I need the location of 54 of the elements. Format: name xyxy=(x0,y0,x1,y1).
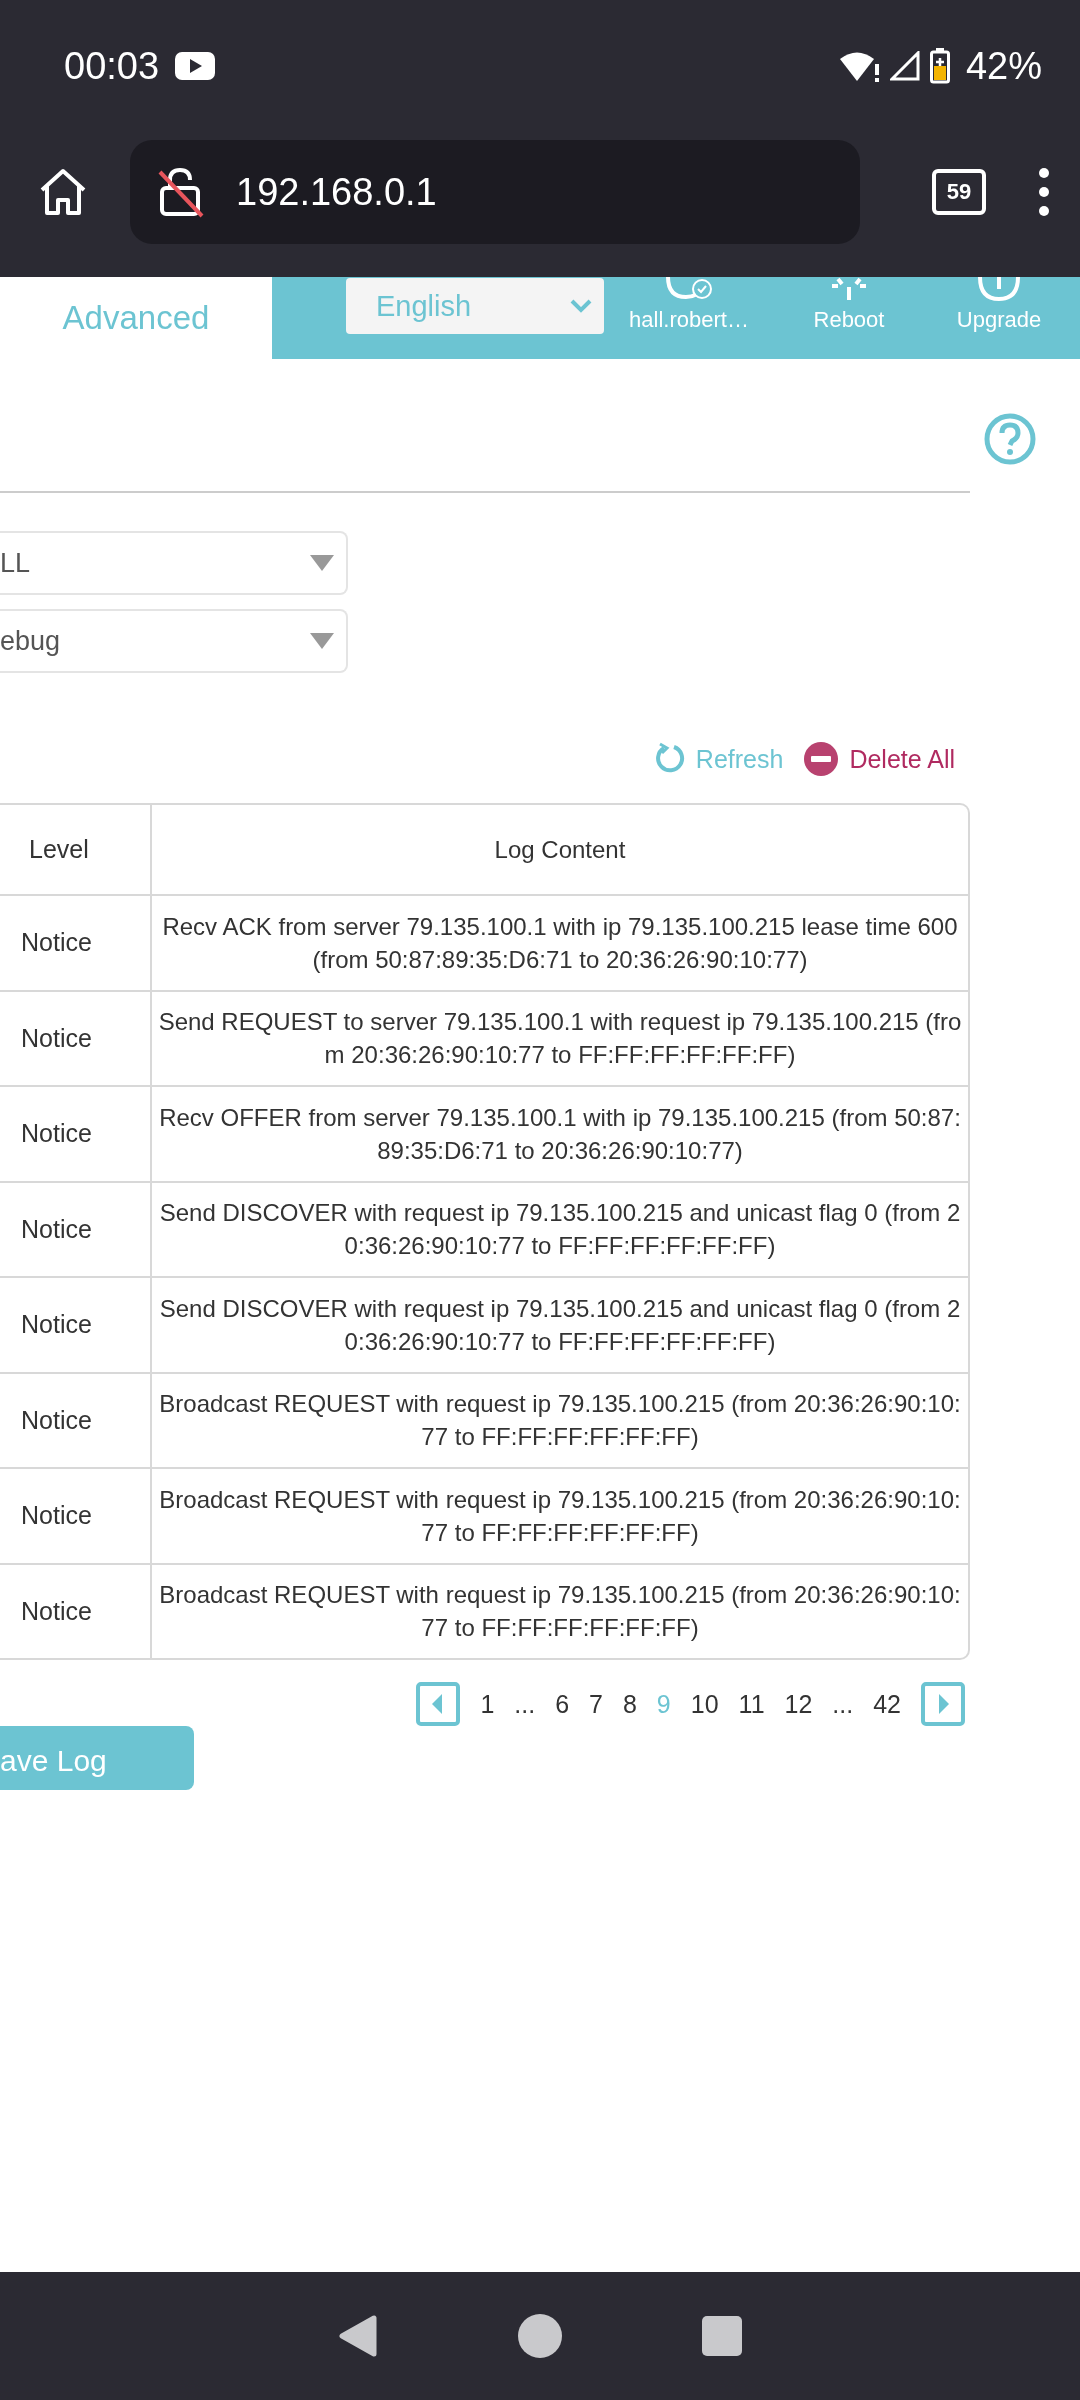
delete-all-link[interactable]: Delete All xyxy=(849,744,955,774)
table-cell-text: Send DISCOVER with request ip 79.135.100.215 and unicast flag 0 (from 20:36:26:90:10:77 to FF:FF:FF:FF:FF:FF) xyxy=(158,1293,962,1357)
previous-page-button[interactable] xyxy=(416,1682,461,1726)
page-link[interactable]: 42 xyxy=(873,1689,901,1719)
unlocked-icon xyxy=(156,166,206,218)
menu-icon[interactable] xyxy=(1038,167,1050,217)
back-icon[interactable] xyxy=(338,2315,378,2357)
page-link[interactable]: 10 xyxy=(690,1689,719,1719)
page-link[interactable]: ... xyxy=(514,1689,536,1719)
url-text: 192.168.0.1 xyxy=(236,170,437,214)
table-cell-text: Send REQUEST to server 79.135.100.1 with request ip 79.135.100.215 (from 20:36:26:90:10:77 to FF:FF:FF:FF:FF:FF) xyxy=(157,1007,963,1071)
page-link[interactable]: 11 xyxy=(738,1689,765,1719)
dropdown-field[interactable]: LL xyxy=(0,531,348,595)
address-bar[interactable]: 192.168.0.1 xyxy=(130,140,860,244)
table-cell-text: Broadcast REQUEST with request ip 79.135.100.215 (from 20:36:26:90:10:77 to FF:FF:FF:FF:FF:FF) xyxy=(158,1389,962,1453)
table-cell: Notice xyxy=(0,1278,152,1372)
column-header: Log Content xyxy=(493,835,627,865)
help-icon[interactable] xyxy=(984,413,1036,465)
table-cell: Notice xyxy=(0,1564,152,1658)
table-cell: Notice xyxy=(0,1373,152,1467)
clock: 00:03 xyxy=(64,44,160,88)
table-cell-text: Send DISCOVER with request ip 79.135.100.215 and unicast flag 0 (from 20:36:26:90:10:77 to FF:FF:FF:FF:FF:FF) xyxy=(158,1198,962,1262)
page-link[interactable]: ... xyxy=(832,1689,854,1719)
table-cell: Notice xyxy=(0,1469,152,1563)
page-link[interactable]: 12 xyxy=(784,1689,813,1719)
home-icon[interactable] xyxy=(38,168,88,216)
page-link[interactable]: 7 xyxy=(589,1689,603,1719)
home-circle-icon[interactable] xyxy=(518,2314,562,2358)
page-link[interactable]: 1 xyxy=(480,1689,495,1719)
wifi-icon xyxy=(839,50,880,82)
dropdown-arrow-icon xyxy=(310,633,334,649)
dropdown-field[interactable]: ebug xyxy=(0,609,348,673)
table-cell: Notice xyxy=(0,1087,152,1181)
signal-icon xyxy=(889,51,920,81)
tab-count-button[interactable]: 59 xyxy=(932,169,986,215)
table-cell-text: Broadcast REQUEST with request ip 79.135.100.215 (from 20:36:26:90:10:77 to FF:FF:FF:FF:FF:FF) xyxy=(158,1580,962,1644)
minus-circle-icon[interactable] xyxy=(803,741,840,777)
user-check-icon[interactable] xyxy=(664,277,714,301)
page-link[interactable]: 6 xyxy=(555,1689,570,1719)
table-cell-text: Recv ACK from server 79.135.100.1 with ip 79.135.100.215 lease time 600 (from 50:87:89:35:D6:71 to 20:36:26:90:10:77) xyxy=(161,911,959,975)
next-page-button[interactable] xyxy=(921,1682,965,1726)
video-icon xyxy=(175,52,216,80)
column-header: Level xyxy=(0,805,152,894)
dropdown-arrow-icon xyxy=(310,555,334,571)
table-cell-text: Recv OFFER from server 79.135.100.1 with ip 79.135.100.215 (from 50:87:89:35:D6:71 to 20:36:26:90:10:77) xyxy=(158,1102,962,1166)
chevron-icon xyxy=(570,299,592,313)
table-cell-text: Broadcast REQUEST with request ip 79.135.100.215 (from 20:36:26:90:10:77 to FF:FF:FF:FF:FF:FF) xyxy=(158,1484,962,1548)
battery-level: 42% xyxy=(965,44,1042,88)
battery-icon xyxy=(929,48,950,84)
table-cell: Notice xyxy=(0,1182,152,1276)
table-cell: Notice xyxy=(0,991,152,1085)
table-cell: Notice xyxy=(0,896,152,990)
page-link[interactable]: 8 xyxy=(622,1689,637,1719)
recents-icon[interactable] xyxy=(702,2316,742,2356)
